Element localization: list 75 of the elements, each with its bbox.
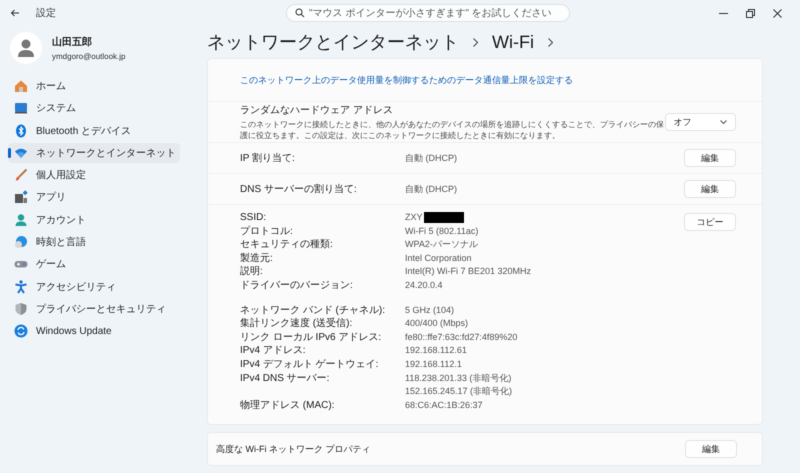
property-label: IPv4 デフォルト ゲートウェイ:	[240, 358, 380, 372]
search-icon	[295, 8, 305, 18]
sidebar-item[interactable]: Bluetooth とデバイス	[8, 120, 180, 141]
copy-button[interactable]: コピー	[684, 213, 736, 231]
house-icon	[14, 79, 28, 93]
property-value: Intel(R) Wi-Fi 7 BE201 320MHz	[405, 266, 532, 276]
sidebar-item[interactable]: Windows Update	[8, 321, 180, 342]
property-value: Intel Corporation	[405, 252, 472, 263]
property-value: WPA2-パーソナル	[405, 239, 478, 250]
setting-value: 自動 (DHCP)	[405, 152, 457, 164]
edit-button[interactable]: 編集	[684, 180, 736, 198]
close-icon[interactable]	[773, 8, 782, 18]
sidebar-item[interactable]: アプリ	[8, 187, 180, 208]
sidebar-item[interactable]: ゲーム	[8, 254, 180, 274]
sidebar-item[interactable]: アクセシビリティ	[8, 276, 180, 297]
setting-label: DNS サーバーの割り当て:	[240, 182, 358, 196]
chevron-icon	[473, 38, 478, 46]
chevron-down-icon	[720, 120, 727, 124]
sidebar-item[interactable]: システム	[8, 98, 180, 118]
sidebar-item[interactable]: ホーム	[8, 76, 180, 96]
window-title: 設定	[36, 6, 57, 20]
chevron-icon	[548, 38, 553, 46]
property-label: IPv4 アドレス:	[240, 344, 307, 358]
property-label: セキュリティの種類:	[240, 238, 334, 252]
brush-icon	[14, 168, 28, 182]
monitor-icon	[14, 101, 28, 116]
sidebar-item[interactable]: プライバシーとセキュリティ	[8, 298, 180, 319]
accessibility-icon	[14, 280, 28, 294]
property-value: 5 GHz (104)	[405, 304, 454, 315]
search-field[interactable]: "マウス ポインターが小さすぎます" をお試しください	[286, 4, 570, 22]
property-value: 24.20.0.4	[405, 280, 443, 290]
property-value: ZXY	[405, 212, 423, 222]
sidebar-item[interactable]: アカウント	[8, 210, 180, 230]
property-label: ドライバーのバージョン:	[240, 278, 354, 293]
property-value: fe80::ffe7:63c:fd27:4f89%20	[405, 332, 518, 342]
setting-value: 自動 (DHCP)	[405, 182, 457, 196]
sidebar-item[interactable]: 個人用設定	[8, 165, 180, 186]
user-email: ymdgoro@outlook.jp	[52, 52, 126, 61]
property-label: SSID:	[240, 211, 268, 225]
edit-button[interactable]: 編集	[685, 440, 737, 458]
setting-title: ランダムなハードウェア アドレス	[240, 104, 394, 117]
breadcrumb-item[interactable]: ネットワークとインターネット	[207, 30, 459, 54]
property-value: Wi-Fi 5 (802.11ac)	[405, 226, 478, 236]
property-value: 400/400 (Mbps)	[405, 318, 468, 328]
setting-label: IP 割り当て:	[240, 152, 296, 165]
shield-icon	[14, 302, 28, 316]
restore-icon[interactable]	[746, 8, 755, 18]
sidebar-item[interactable]: ネットワークとインターネット	[8, 142, 180, 163]
setting-description: このネットワークに接続したときに、他の人があなたのデバイスの場所を追跡しにくくすることで、プライバシーの保護に役立ちます。この設定は、次にこのネットワークに接続したときに有効になります。	[240, 119, 665, 141]
property-value: 152.165.245.17 (非暗号化)	[405, 386, 512, 396]
property-label: リンク ローカル IPv6 アドレス:	[240, 330, 382, 344]
property-label: 物理アドレス (MAC):	[240, 398, 336, 412]
breadcrumb-item: Wi-Fi	[492, 32, 534, 52]
sidebar-item[interactable]: 時刻と言語	[8, 232, 180, 252]
update-icon	[14, 324, 28, 338]
setting-label: 高度な Wi-Fi ネットワーク プロパティ	[216, 442, 370, 456]
back-icon[interactable]	[10, 8, 20, 18]
avatar	[10, 32, 42, 64]
data-limit-link[interactable]: このネットワーク上のデータ使用量を制御するためのデータ通信量上限を設定する	[240, 74, 573, 86]
property-value: 192.168.112.61	[405, 345, 467, 356]
apps-icon	[14, 190, 28, 204]
property-label: ネットワーク バンド (チャネル):	[240, 304, 386, 318]
user-name: 山田五郎	[52, 35, 93, 49]
property-value: 192.168.112.1	[405, 358, 462, 369]
edit-button[interactable]: 編集	[684, 149, 736, 167]
property-label: 集計リンク速度 (送受信):	[240, 317, 354, 331]
property-label: プロトコル:	[240, 224, 294, 238]
property-label: 説明:	[240, 265, 264, 279]
property-label: IPv4 DNS サーバー:	[240, 372, 330, 386]
bluetooth-icon	[14, 124, 28, 138]
property-value: 118.238.201.33 (非暗号化)	[405, 372, 512, 383]
property-label: 製造元:	[240, 252, 274, 266]
dropdown[interactable]: オフ	[664, 113, 736, 131]
person-icon	[14, 212, 28, 227]
property-value: 68:C6:AC:1B:26:37	[405, 400, 483, 410]
